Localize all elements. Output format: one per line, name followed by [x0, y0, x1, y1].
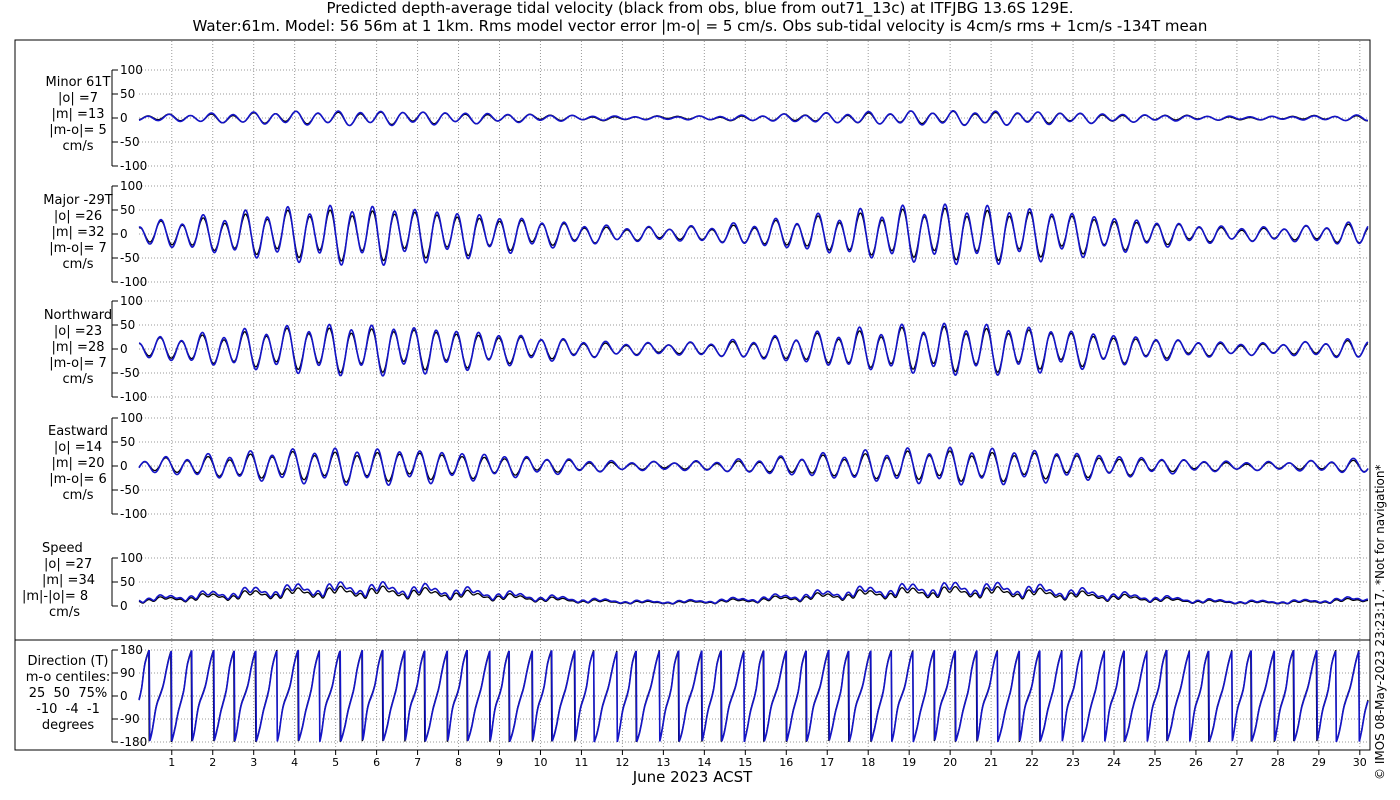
panel-6: -180 -90 0 90 180 — [111, 643, 1369, 749]
y-tick-label-0: 0 — [120, 227, 128, 241]
obs-series-line — [138, 207, 1369, 262]
model-series-line — [138, 203, 1369, 266]
y-tick-label-0: 0 — [120, 111, 128, 125]
copyright-credit: © IMOS 08-May-2023 23:23:17. *Not for na… — [1373, 464, 1387, 781]
y-tick-label--100: -100 — [120, 275, 147, 289]
y-tick-label--50: -50 — [120, 483, 140, 497]
y-tick-label--100: -100 — [120, 159, 147, 173]
y-tick-label-100: 100 — [120, 63, 143, 77]
y-tick-label--180: -180 — [120, 735, 147, 749]
y-tick-label-100: 100 — [120, 179, 143, 193]
y-tick-label-90: 90 — [120, 666, 135, 680]
y-tick-label--50: -50 — [120, 251, 140, 265]
y-tick-label-0: 0 — [120, 689, 128, 703]
panel-5: 0 50 100 — [111, 551, 1368, 613]
panel-4: -100 -50 0 50 100 — [111, 411, 1369, 521]
y-tick-label-0: 0 — [120, 599, 128, 613]
y-tick-label-50: 50 — [120, 87, 135, 101]
y-tick-label-50: 50 — [120, 318, 135, 332]
upper-panel-frame — [14, 39, 1371, 641]
panel-1: -100 -50 0 50 100 — [111, 63, 1368, 173]
panel-3: -100 -50 0 50 100 — [111, 294, 1369, 404]
tidal-velocity-figure: 1 2 3 4 5 6 7 8 9 10 11 12 13 14 15 16 17 18 19 20 21 22 23 24 2… — [14, 39, 1371, 769]
y-tick-label-50: 50 — [120, 203, 135, 217]
y-tick-label--90: -90 — [120, 712, 140, 726]
y-tick-label-180: 180 — [120, 643, 143, 657]
y-tick-label-100: 100 — [120, 294, 143, 308]
y-tick-label--50: -50 — [120, 366, 140, 380]
y-tick-label-0: 0 — [120, 459, 128, 473]
y-tick-label-0: 0 — [120, 342, 128, 356]
model-series-line — [138, 580, 1368, 605]
model-series-line — [138, 322, 1369, 377]
panel-2: -100 -50 0 50 100 — [111, 179, 1369, 289]
x-axis-label: June 2023 ACST — [632, 768, 753, 786]
y-tick-label--100: -100 — [120, 507, 147, 521]
y-tick-label-100: 100 — [120, 411, 143, 425]
y-tick-label-100: 100 — [120, 551, 143, 565]
y-tick-label--50: -50 — [120, 135, 140, 149]
y-tick-label-50: 50 — [120, 435, 135, 449]
y-tick-label--100: -100 — [120, 390, 147, 404]
y-tick-label-50: 50 — [120, 575, 135, 589]
